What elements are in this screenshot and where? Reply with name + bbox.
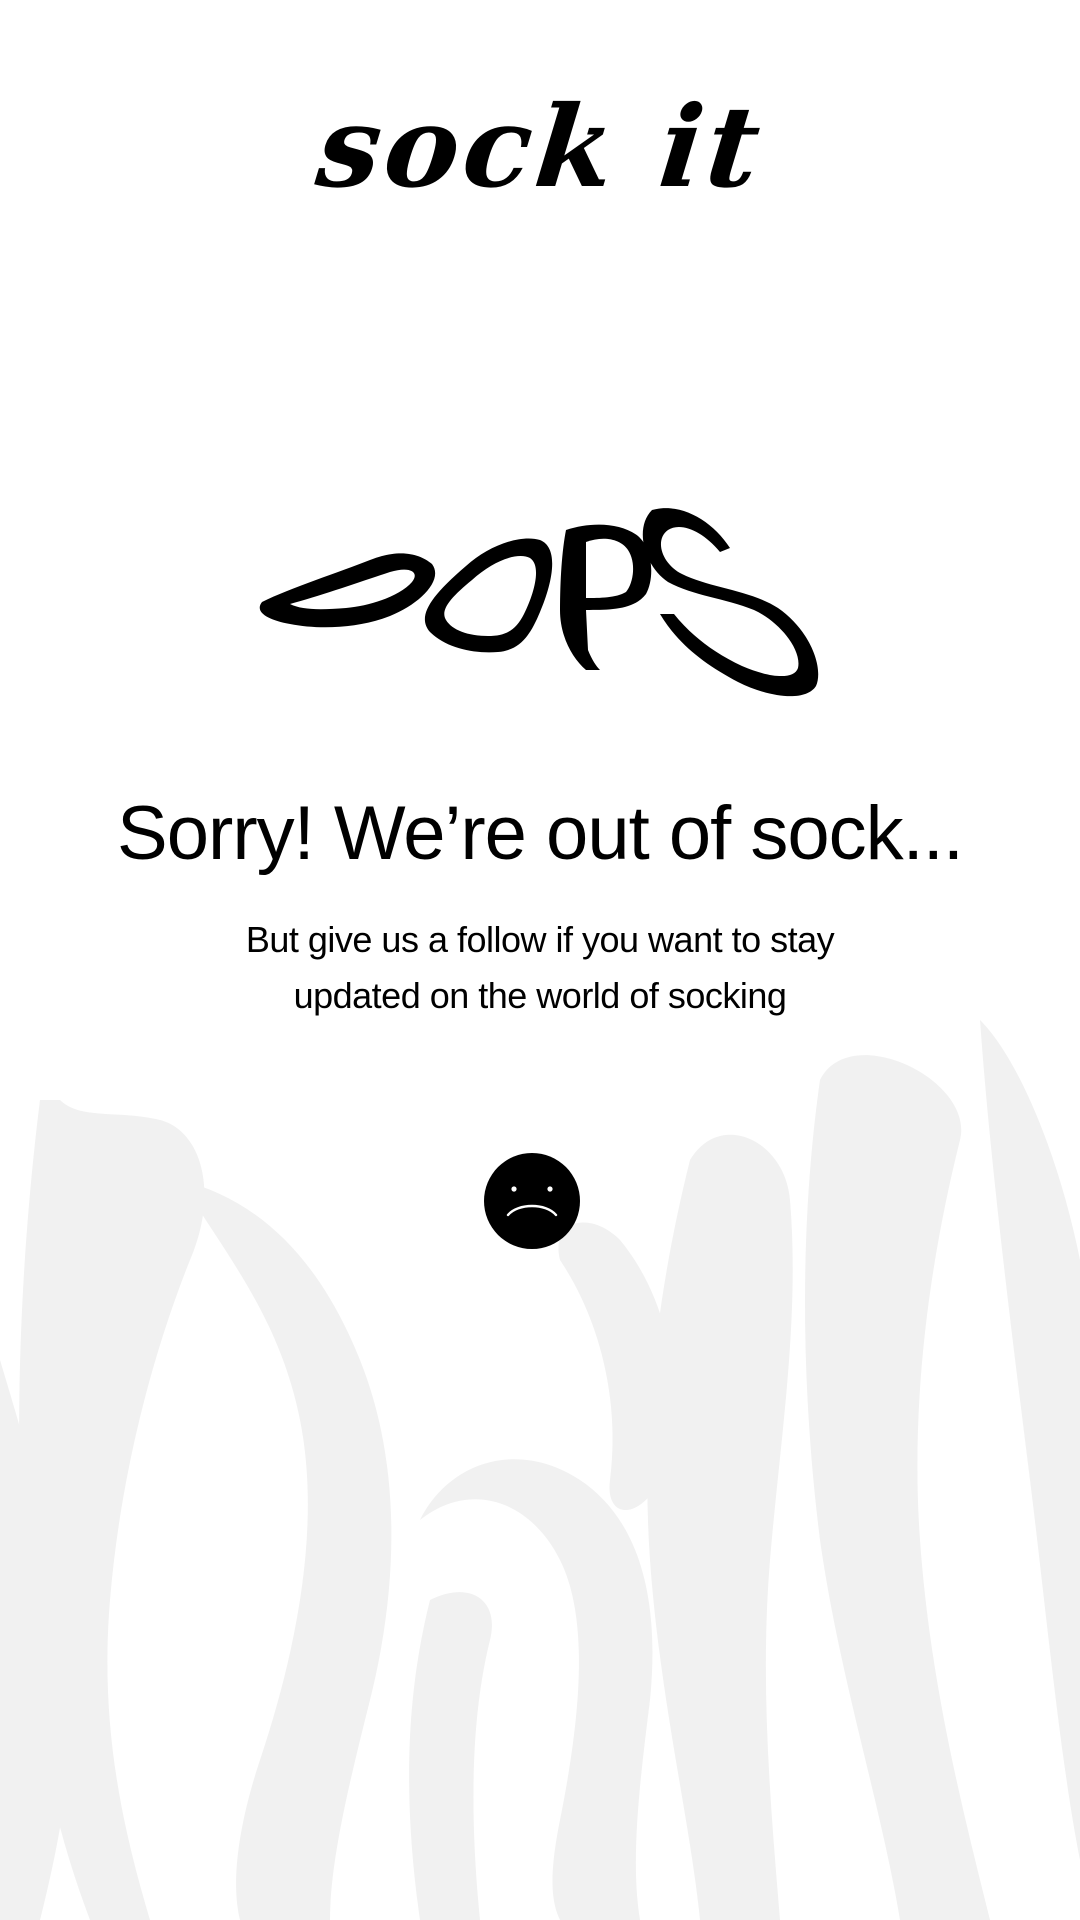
oops-wordmark xyxy=(259,508,819,697)
background-wordmark xyxy=(0,1020,1080,1920)
error-page: sock it Sorry! We’re out of sock... But … xyxy=(0,0,1080,1920)
brand-logo[interactable]: sock it xyxy=(311,82,770,213)
subtext-line-2: updated on the world of socking xyxy=(293,975,787,1016)
oops-letter-s xyxy=(642,508,819,697)
oops-graphic xyxy=(250,500,830,720)
follow-button[interactable] xyxy=(484,1153,580,1249)
oops-letter-p xyxy=(560,524,652,670)
error-subtext: But give us a follow if you want to stay… xyxy=(190,912,890,1024)
sad-face-icon xyxy=(506,1186,558,1217)
header: sock it xyxy=(0,82,1080,213)
error-headline: Sorry! We’re out of sock... xyxy=(117,791,964,876)
subtext-line-1: But give us a follow if you want to stay xyxy=(245,919,835,960)
oops-letter-o2 xyxy=(424,538,553,653)
oops-letter-o1 xyxy=(259,553,436,628)
